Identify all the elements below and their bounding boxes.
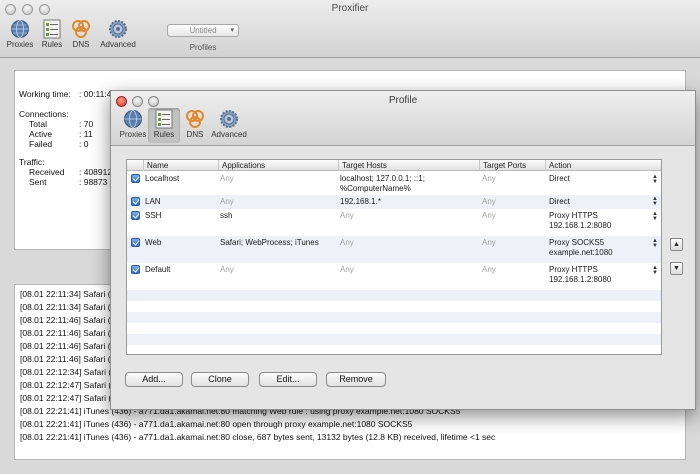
log-line: [08.01 22:12:47] Safari (4 xyxy=(20,393,116,403)
log-line: [08.01 22:11:46] Safari (4 xyxy=(20,341,116,351)
table-row[interactable]: Default Any Any Any Proxy HTTPS 192.168.… xyxy=(127,263,661,290)
column-header-target-hosts[interactable]: Target Hosts xyxy=(338,160,480,171)
column-header-name[interactable]: Name xyxy=(143,160,219,171)
window-title: Proxifier xyxy=(331,3,369,14)
rules-icon xyxy=(43,19,61,39)
rule-enabled-checkbox[interactable] xyxy=(131,174,140,183)
log-line: [08.01 22:21:41] iTunes (436) - a771.da1… xyxy=(20,432,496,442)
toolbar-advanced-button[interactable]: Advanced xyxy=(99,19,137,49)
rules-table-header: Name Applications Target Hosts Target Po… xyxy=(127,160,661,171)
column-header-action[interactable]: Action xyxy=(545,160,661,171)
action-stepper-icon[interactable]: ▲ ▼ xyxy=(652,265,658,276)
total-label: Total xyxy=(29,119,47,129)
move-down-button[interactable]: ▼ xyxy=(670,262,683,275)
failed-label: Failed xyxy=(29,139,53,149)
log-line: [08.01 22:11:46] Safari (4 xyxy=(20,354,116,364)
log-line: [08.01 22:12:34] Safari (4 xyxy=(20,367,116,377)
proxies-icon xyxy=(11,20,29,38)
dns-icon xyxy=(186,110,204,128)
action-stepper-icon[interactable]: ▲ ▼ xyxy=(652,174,658,185)
profile-rules-button[interactable]: Rules xyxy=(148,108,180,143)
profile-dns-button[interactable]: DNS xyxy=(179,109,211,139)
action-stepper-icon[interactable]: ▲ ▼ xyxy=(652,238,658,249)
rules-table[interactable]: Name Applications Target Hosts Target Po… xyxy=(126,159,662,355)
profile-select[interactable]: Untitled ▾ xyxy=(167,24,239,37)
received-value: : 408912 xyxy=(79,167,113,177)
table-row[interactable]: SSH ssh Any Any Proxy HTTPS 192.168.1.2:… xyxy=(127,209,661,236)
active-label: Active xyxy=(29,129,53,139)
rule-enabled-checkbox[interactable] xyxy=(131,238,140,247)
rule-enabled-checkbox[interactable] xyxy=(131,197,140,206)
failed-value: : 0 xyxy=(79,139,89,149)
main-titlebar: Proxifier Proxies Rules DNS Advanced Unt… xyxy=(0,0,700,58)
connections-label: Connections: xyxy=(19,109,69,119)
log-line: [08.01 22:21:41] iTunes (436) - a771.da1… xyxy=(20,419,413,429)
working-time-label: Working time: xyxy=(19,89,71,99)
action-stepper-icon[interactable]: ▲ ▼ xyxy=(652,196,658,207)
profiles-label: Profiles xyxy=(189,43,217,52)
log-line: [08.01 22:11:46] Safari (4 xyxy=(20,315,116,325)
log-line: [08.01 22:11:34] Safari (4 xyxy=(20,289,116,299)
empty-row xyxy=(127,334,661,345)
clone-rule-button[interactable]: Clone xyxy=(191,372,249,387)
table-row[interactable]: Web Safari; WebProcess; iTunes Any Any P… xyxy=(127,236,661,263)
move-up-button[interactable]: ▲ xyxy=(670,238,683,251)
chevron-down-icon: ▾ xyxy=(230,27,234,34)
empty-row xyxy=(127,290,661,301)
profile-titlebar: Profile Proxies Rules DNS Advanced xyxy=(111,91,695,146)
log-line: [08.01 22:11:34] Safari (4 xyxy=(20,302,116,312)
column-header-applications[interactable]: Applications xyxy=(218,160,339,171)
toolbar-dns-button[interactable]: DNS xyxy=(64,19,98,49)
sent-label: Sent xyxy=(29,177,47,187)
received-label: Received xyxy=(29,167,65,177)
rule-enabled-checkbox[interactable] xyxy=(131,265,140,274)
advanced-icon xyxy=(220,110,238,128)
sent-value: : 98873 xyxy=(79,177,108,187)
rules-icon xyxy=(155,109,173,129)
empty-row xyxy=(127,312,661,323)
traffic-label: Traffic: xyxy=(19,157,45,167)
action-stepper-icon[interactable]: ▲ ▼ xyxy=(652,211,658,222)
remove-rule-button[interactable]: Remove xyxy=(326,372,386,387)
log-line: [08.01 22:12:47] Safari (4 xyxy=(20,380,116,390)
active-value: : 11 xyxy=(79,129,93,139)
table-row[interactable]: LAN Any 192.168.1.* Any Direct ▲ ▼ xyxy=(127,195,661,209)
total-value: : 70 xyxy=(79,119,94,129)
edit-rule-button[interactable]: Edit... xyxy=(259,372,317,387)
add-rule-button[interactable]: Add... xyxy=(125,372,183,387)
table-row[interactable]: Localhost Any localhost; 127.0.0.1; ::1;… xyxy=(127,172,661,195)
profile-window: Profile Proxies Rules DNS Advanced Name … xyxy=(110,90,696,410)
advanced-icon xyxy=(109,20,127,38)
profile-title: Profile xyxy=(388,95,418,106)
proxies-icon xyxy=(124,110,142,128)
dns-icon xyxy=(72,20,90,38)
rule-enabled-checkbox[interactable] xyxy=(131,211,140,220)
toolbar-proxies-button[interactable]: Proxies xyxy=(3,19,37,49)
log-line: [08.01 22:11:46] Safari (4 xyxy=(20,328,116,338)
column-header-target-ports[interactable]: Target Ports xyxy=(479,160,546,171)
profile-proxies-button[interactable]: Proxies xyxy=(117,109,149,139)
profile-advanced-button[interactable]: Advanced xyxy=(210,109,248,139)
